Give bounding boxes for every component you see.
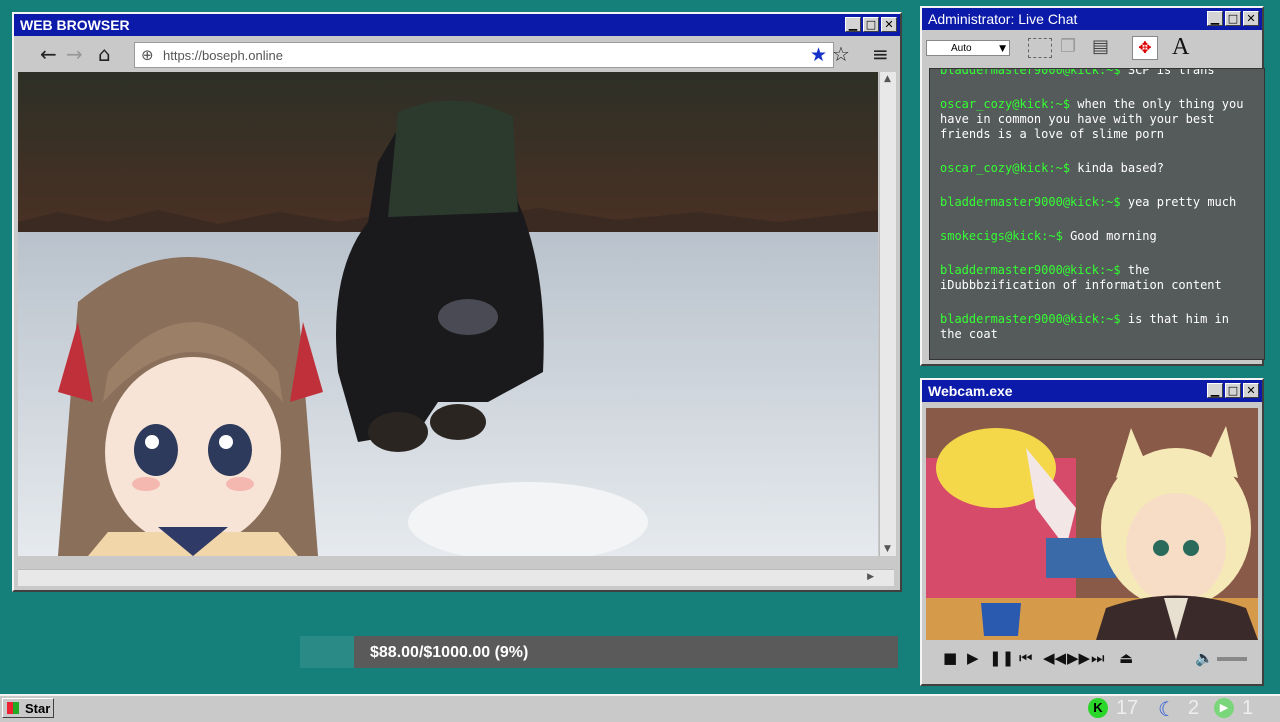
browser-toolbar: ← → ⌂ ⊕ https://boseph.online ★ ☆ ≡ xyxy=(14,36,900,70)
play-circle-icon: ▶ xyxy=(1214,698,1234,718)
moon-icon: ☾ xyxy=(1158,697,1176,721)
favorites-icon[interactable]: ☆ xyxy=(832,42,850,66)
minimize-button[interactable]: ▁ xyxy=(1207,383,1223,398)
chat-message: bladdermaster9000@kick:~$ the iDubbbzifi… xyxy=(940,263,1250,293)
volume-icon[interactable]: 🔈 xyxy=(1195,649,1214,667)
copy-icon[interactable]: ❐ xyxy=(1060,36,1076,57)
chat-title: Administrator: Live Chat xyxy=(928,11,1078,27)
chat-messages[interactable]: bladdermaster9000@kick:~$ SCP is trans os… xyxy=(929,68,1265,360)
url-text: https://boseph.online xyxy=(163,48,283,63)
bookmark-star-icon[interactable]: ★ xyxy=(810,44,827,66)
eject-icon[interactable]: ⏏ xyxy=(1119,649,1133,667)
chat-username[interactable]: oscar_cozy@kick:~$ xyxy=(940,161,1070,175)
horizontal-scrollbar[interactable]: ▶ xyxy=(18,569,894,586)
stop-icon[interactable]: ■ xyxy=(943,649,957,667)
start-button[interactable]: Star xyxy=(2,698,54,718)
chat-username[interactable]: bladdermaster9000@kick:~$ xyxy=(940,312,1121,326)
play-count: 1 xyxy=(1242,697,1254,719)
chat-toolbar: Auto ▼ ❐ ▤ ✥ A xyxy=(922,30,1262,62)
maximize-button[interactable]: □ xyxy=(863,17,879,32)
web-page-content xyxy=(18,72,878,556)
address-bar[interactable]: ⊕ https://boseph.online ★ xyxy=(134,42,834,68)
chat-text: SCP is trans xyxy=(1127,68,1215,77)
kick-icon: K xyxy=(1088,698,1108,718)
media-controls: ■ ▶ ❚❚ ⏮ ◀◀ ▶▶ ⏭ ⏏ 🔈 xyxy=(925,639,1263,677)
skip-forward-icon[interactable]: ⏭ xyxy=(1091,649,1105,667)
minimize-button[interactable]: ▁ xyxy=(845,17,861,32)
start-label: Star xyxy=(25,701,51,716)
chat-message: oscar_cozy@kick:~$ kinda based? xyxy=(940,161,1250,176)
chat-message: bladdermaster9000@kick:~$ SCP is trans xyxy=(940,68,1250,78)
webcam-title: Webcam.exe xyxy=(928,383,1013,399)
chat-text: kinda based? xyxy=(1077,161,1164,175)
pause-icon[interactable]: ❚❚ xyxy=(989,649,1014,667)
close-button[interactable]: ✕ xyxy=(1243,11,1259,26)
chat-text: yea pretty much xyxy=(1127,195,1237,209)
browser-window: WEB BROWSER ▁ □ ✕ ← → ⌂ ⊕ https://boseph… xyxy=(12,12,902,592)
forward-icon[interactable]: → xyxy=(66,42,83,66)
font-size-value: Auto xyxy=(951,43,972,54)
volume-slider[interactable] xyxy=(1217,657,1247,661)
minimize-button[interactable]: ▁ xyxy=(1207,11,1223,26)
chat-window: Administrator: Live Chat ▁ □ ✕ Auto ▼ ❐ … xyxy=(920,6,1265,366)
browser-titlebar[interactable]: WEB BROWSER ▁ □ ✕ xyxy=(14,14,900,36)
back-icon[interactable]: ← xyxy=(40,42,57,66)
chat-message: bladdermaster9000@kick:~$ yea pretty muc… xyxy=(940,195,1250,210)
moon-count: 2 xyxy=(1188,697,1200,719)
fast-forward-icon[interactable]: ▶▶ xyxy=(1067,649,1090,667)
globe-icon: ⊕ xyxy=(141,46,154,64)
chevron-down-icon: ▼ xyxy=(999,44,1006,54)
chat-username[interactable]: bladdermaster9000@kick:~$ xyxy=(940,69,1121,77)
font-icon[interactable]: A xyxy=(1172,34,1189,61)
chat-titlebar[interactable]: Administrator: Live Chat ▁ □ ✕ xyxy=(922,8,1262,30)
move-icon[interactable]: ✥ xyxy=(1132,36,1158,60)
chat-username[interactable]: oscar_cozy@kick:~$ xyxy=(940,97,1070,111)
webcam-titlebar[interactable]: Webcam.exe ▁ □ ✕ xyxy=(922,380,1262,402)
chat-username[interactable]: bladdermaster9000@kick:~$ xyxy=(940,195,1121,209)
chat-username[interactable]: smokecigs@kick:~$ xyxy=(940,229,1063,243)
menu-icon[interactable]: ≡ xyxy=(872,42,889,66)
chat-text: Good morning xyxy=(1070,229,1157,243)
webcam-window: Webcam.exe ▁ □ ✕ ■ ▶ ❚❚ ⏮ ◀◀ ▶▶ ⏭ ⏏ 🔈 xyxy=(920,378,1264,686)
kick-count: 17 xyxy=(1116,697,1139,719)
close-button[interactable]: ✕ xyxy=(881,17,897,32)
select-icon[interactable] xyxy=(1028,38,1052,58)
chat-username[interactable]: bladdermaster9000@kick:~$ xyxy=(940,263,1121,277)
chat-message: oscar_cozy@kick:~$ when the only thing y… xyxy=(940,97,1250,142)
browser-title: WEB BROWSER xyxy=(20,17,130,33)
vertical-scrollbar[interactable]: ▲ ▼ xyxy=(879,72,896,556)
taskbar: Star K 17 ☾ 2 ▶ 1 xyxy=(0,694,1280,722)
play-icon[interactable]: ▶ xyxy=(967,649,979,667)
webcam-feed xyxy=(926,408,1258,640)
video-frame[interactable] xyxy=(18,72,878,556)
paste-icon[interactable]: ▤ xyxy=(1092,36,1109,57)
font-size-select[interactable]: Auto ▼ xyxy=(926,40,1010,56)
chat-message: smokecigs@kick:~$ Good morning xyxy=(940,229,1250,244)
donation-goal-bar: $88.00/$1000.00 (9%) xyxy=(300,636,898,668)
skip-back-icon[interactable]: ⏮ xyxy=(1019,649,1033,667)
donation-progress-fill xyxy=(300,636,354,668)
rewind-icon[interactable]: ◀◀ xyxy=(1043,649,1066,667)
vtuber-avatar xyxy=(58,257,323,556)
windows-logo-icon xyxy=(7,702,19,714)
close-button[interactable]: ✕ xyxy=(1243,383,1259,398)
maximize-button[interactable]: □ xyxy=(1225,383,1241,398)
chat-message: bladdermaster9000@kick:~$ is that him in… xyxy=(940,312,1250,342)
maximize-button[interactable]: □ xyxy=(1225,11,1241,26)
donation-text: $88.00/$1000.00 (9%) xyxy=(370,644,529,661)
home-icon[interactable]: ⌂ xyxy=(98,42,111,66)
